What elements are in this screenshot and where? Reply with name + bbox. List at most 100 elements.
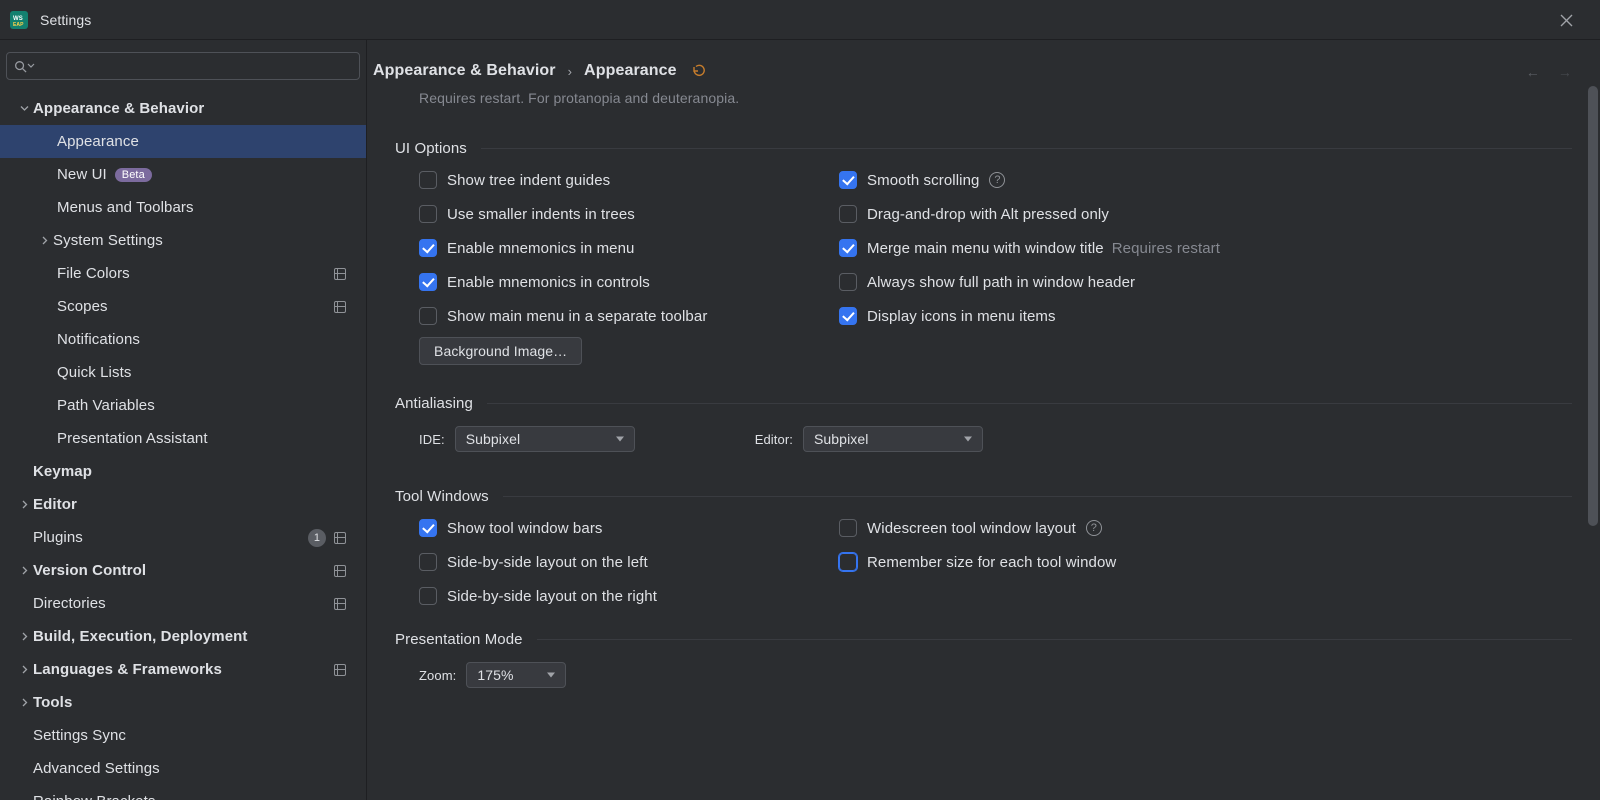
tw-option-remember-size-for-each-tool-window[interactable]: Remember size for each tool window [839, 553, 1572, 571]
background-image-button[interactable]: Background Image… [419, 337, 582, 365]
project-scope-icon [334, 664, 346, 676]
ui-option-smooth-scrolling[interactable]: Smooth scrolling? [839, 171, 1572, 189]
sidebar-item-label: System Settings [53, 232, 163, 249]
aa-editor-select[interactable]: Subpixel [803, 426, 983, 452]
checkbox[interactable] [419, 239, 437, 257]
chevron-right-icon[interactable] [17, 500, 31, 509]
sidebar-item-file-colors[interactable]: File Colors [0, 257, 366, 290]
checkbox[interactable] [839, 273, 857, 291]
ui-option-show-tree-indent-guides[interactable]: Show tree indent guides [419, 171, 839, 189]
ui-option-always-show-full-path-in-window-header[interactable]: Always show full path in window header [839, 273, 1572, 291]
breadcrumb: Appearance & Behavior › Appearance [367, 40, 1576, 90]
ui-option-merge-main-menu-with-window-title[interactable]: Merge main menu with window titleRequire… [839, 239, 1572, 257]
checkbox[interactable] [839, 519, 857, 537]
checkbox[interactable] [839, 239, 857, 257]
sidebar-item-quick-lists[interactable]: Quick Lists [0, 356, 366, 389]
scrollbar[interactable] [1586, 40, 1600, 800]
reset-icon[interactable] [691, 64, 705, 78]
sidebar-item-tools[interactable]: Tools [0, 686, 366, 719]
sidebar-item-notifications[interactable]: Notifications [0, 323, 366, 356]
project-scope-icon [334, 598, 346, 610]
restart-note: Requires restart. For protanopia and deu… [395, 90, 1572, 106]
sidebar-item-label: Quick Lists [57, 364, 131, 381]
ui-option-show-main-menu-in-a-separate-toolbar[interactable]: Show main menu in a separate toolbar [419, 307, 839, 325]
sidebar-item-version-control[interactable]: Version Control [0, 554, 366, 587]
option-label: Side-by-side layout on the left [447, 554, 648, 571]
sidebar-item-label: Presentation Assistant [57, 430, 208, 447]
aa-ide-select[interactable]: Subpixel [455, 426, 635, 452]
sidebar-item-label: Settings Sync [33, 727, 126, 744]
project-scope-icon [334, 532, 346, 544]
checkbox[interactable] [839, 553, 857, 571]
checkbox[interactable] [419, 587, 437, 605]
chevron-right-icon[interactable] [17, 632, 31, 641]
checkbox[interactable] [419, 307, 437, 325]
option-label: Side-by-side layout on the right [447, 588, 657, 605]
sidebar-item-label: Notifications [57, 331, 140, 348]
chevron-right-icon[interactable] [17, 566, 31, 575]
count-badge: 1 [308, 529, 326, 547]
checkbox[interactable] [419, 205, 437, 223]
help-icon[interactable]: ? [1086, 520, 1102, 536]
sidebar-item-path-variables[interactable]: Path Variables [0, 389, 366, 422]
checkbox[interactable] [419, 273, 437, 291]
checkbox[interactable] [839, 307, 857, 325]
checkbox[interactable] [419, 553, 437, 571]
breadcrumb-group[interactable]: Appearance & Behavior [373, 62, 556, 80]
section-tool-windows: Tool Windows [395, 480, 1572, 505]
ui-option-enable-mnemonics-in-controls[interactable]: Enable mnemonics in controls [419, 273, 839, 291]
sidebar-item-presentation-assistant[interactable]: Presentation Assistant [0, 422, 366, 455]
checkbox[interactable] [419, 519, 437, 537]
sidebar-item-editor[interactable]: Editor [0, 488, 366, 521]
sidebar-item-label: File Colors [57, 265, 130, 282]
option-label: Drag-and-drop with Alt pressed only [867, 206, 1109, 223]
app-icon: WSEAP [10, 11, 28, 29]
nav-back-icon[interactable]: ← [1526, 64, 1540, 80]
sidebar-item-label: Build, Execution, Deployment [33, 628, 248, 645]
project-scope-icon [334, 565, 346, 577]
sidebar-item-label: Tools [33, 694, 72, 711]
section-presentation-mode: Presentation Mode [395, 623, 1572, 648]
checkbox[interactable] [839, 205, 857, 223]
close-button[interactable] [1544, 0, 1588, 40]
sidebar-item-new-ui[interactable]: New UIBeta [0, 158, 366, 191]
sidebar-item-directories[interactable]: Directories [0, 587, 366, 620]
sidebar-item-appearance[interactable]: Appearance [0, 125, 366, 158]
tw-option-side-by-side-layout-on-the-left[interactable]: Side-by-side layout on the left [419, 553, 839, 571]
sidebar-item-label: Scopes [57, 298, 108, 315]
nav-forward-icon[interactable]: → [1558, 64, 1572, 80]
sidebar-item-advanced-settings[interactable]: Advanced Settings [0, 752, 366, 785]
aa-ide-label: IDE: [419, 432, 445, 447]
sidebar-item-plugins[interactable]: Plugins1 [0, 521, 366, 554]
sidebar-item-languages-frameworks[interactable]: Languages & Frameworks [0, 653, 366, 686]
ui-option-enable-mnemonics-in-menu[interactable]: Enable mnemonics in menu [419, 239, 839, 257]
checkbox[interactable] [419, 171, 437, 189]
chevron-right-icon[interactable] [17, 665, 31, 674]
sidebar-item-keymap[interactable]: Keymap [0, 455, 366, 488]
sidebar-item-rainbow-brackets[interactable]: Rainbow Brackets [0, 785, 366, 800]
sidebar-item-build-execution-deployment[interactable]: Build, Execution, Deployment [0, 620, 366, 653]
sidebar-item-menus-and-toolbars[interactable]: Menus and Toolbars [0, 191, 366, 224]
sidebar-item-appearance-behavior[interactable]: Appearance & Behavior [0, 92, 366, 125]
chevron-down-icon[interactable] [17, 104, 31, 113]
option-label: Display icons in menu items [867, 308, 1056, 325]
sidebar-item-label: Path Variables [57, 397, 155, 414]
ui-option-display-icons-in-menu-items[interactable]: Display icons in menu items [839, 307, 1572, 325]
tw-option-widescreen-tool-window-layout[interactable]: Widescreen tool window layout? [839, 519, 1572, 537]
chevron-right-icon[interactable] [37, 236, 51, 245]
tw-option-show-tool-window-bars[interactable]: Show tool window bars [419, 519, 839, 537]
tw-option-side-by-side-layout-on-the-right[interactable]: Side-by-side layout on the right [419, 587, 839, 605]
sidebar-item-system-settings[interactable]: System Settings [0, 224, 366, 257]
sidebar-item-scopes[interactable]: Scopes [0, 290, 366, 323]
option-label: Show tree indent guides [447, 172, 610, 189]
ui-option-use-smaller-indents-in-trees[interactable]: Use smaller indents in trees [419, 205, 839, 223]
sidebar-item-label: Appearance & Behavior [33, 100, 204, 117]
sidebar-item-label: Advanced Settings [33, 760, 160, 777]
ui-option-drag-and-drop-with-alt-pressed-only[interactable]: Drag-and-drop with Alt pressed only [839, 205, 1572, 223]
checkbox[interactable] [839, 171, 857, 189]
zoom-select[interactable]: 175% [466, 662, 566, 688]
sidebar-search-input[interactable] [6, 52, 360, 80]
help-icon[interactable]: ? [989, 172, 1005, 188]
sidebar-item-settings-sync[interactable]: Settings Sync [0, 719, 366, 752]
chevron-right-icon[interactable] [17, 698, 31, 707]
